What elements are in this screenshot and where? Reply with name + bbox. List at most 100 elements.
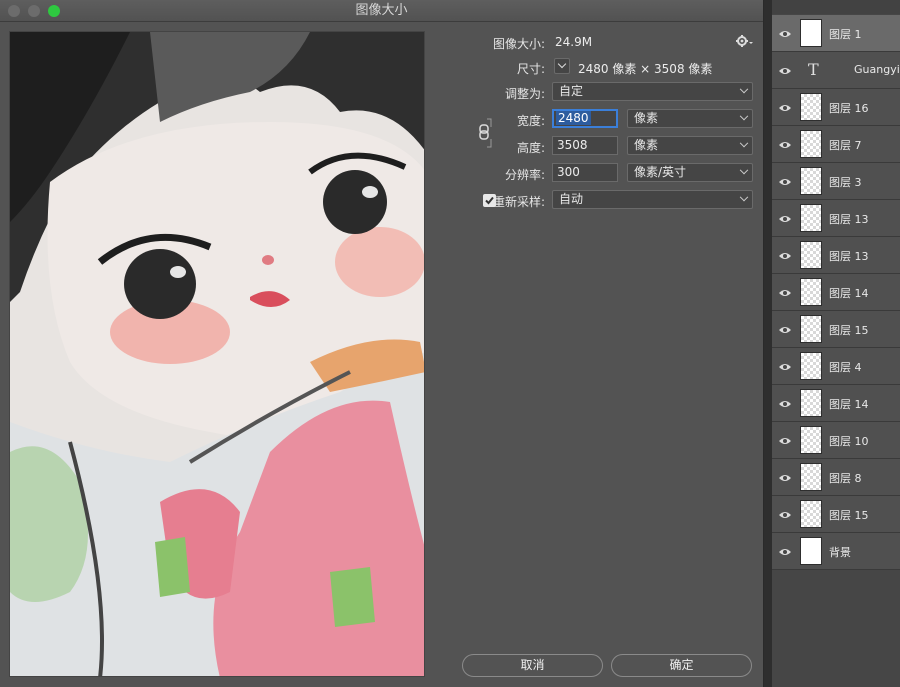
dimensions-value: 2480 像素 × 3508 像素 — [578, 62, 713, 76]
layer-thumbnail — [800, 130, 822, 158]
layer-row[interactable]: 图层 14 — [772, 274, 900, 311]
eye-icon[interactable] — [778, 139, 792, 149]
fit-to-value: 自定 — [559, 84, 584, 98]
eye-icon[interactable] — [778, 287, 792, 297]
dialog-titlebar: 图像大小 — [0, 0, 763, 22]
layer-name: 图层 13 — [829, 250, 869, 263]
resolution-unit: 像素/英寸 — [634, 165, 687, 179]
gear-icon[interactable] — [735, 33, 753, 49]
layer-thumbnail — [800, 389, 822, 417]
layer-row[interactable]: T Guangying — [772, 52, 900, 89]
resample-label: 重新采样: — [492, 195, 545, 209]
eye-icon[interactable] — [778, 102, 792, 112]
layer-name: 图层 16 — [829, 102, 869, 115]
cancel-button[interactable]: 取消 — [462, 654, 603, 677]
layer-row[interactable]: 图层 7 — [772, 126, 900, 163]
eye-icon[interactable] — [778, 213, 792, 223]
resolution-unit-select[interactable]: 像素/英寸 — [627, 163, 753, 182]
layer-thumbnail — [800, 204, 822, 232]
layer-name: 图层 15 — [829, 509, 869, 522]
layer-thumbnail — [800, 500, 822, 528]
eye-icon[interactable] — [778, 28, 792, 38]
layers-panel: 图层 1 T Guangying 图层 16 图层 7 图层 3 图层 13 图层 13 图层 … — [772, 0, 900, 687]
eye-icon[interactable] — [778, 176, 792, 186]
layer-row[interactable]: 图层 13 — [772, 237, 900, 274]
eye-icon[interactable] — [778, 250, 792, 260]
dimensions-label: 尺寸: — [516, 62, 545, 76]
width-value: 2480 — [556, 111, 591, 125]
layer-name: Guangying — [854, 63, 900, 76]
eye-icon[interactable] — [778, 361, 792, 371]
fit-to-select[interactable]: 自定 — [552, 82, 753, 101]
image-size-value: 24.9M — [555, 35, 593, 49]
layer-name: 图层 15 — [829, 324, 869, 337]
layer-row[interactable]: 图层 4 — [772, 348, 900, 385]
resolution-input[interactable]: 300 — [552, 163, 618, 182]
layer-name: 图层 14 — [829, 287, 869, 300]
layer-name: 图层 14 — [829, 398, 869, 411]
layer-name: 图层 10 — [829, 435, 869, 448]
zoom-window-button[interactable] — [48, 5, 60, 17]
layer-row[interactable]: 图层 10 — [772, 422, 900, 459]
text-layer-icon: T — [808, 60, 819, 79]
height-input[interactable]: 3508 — [552, 136, 618, 155]
layer-name: 图层 8 — [829, 472, 862, 485]
preview-illustration — [10, 32, 424, 676]
layer-thumbnail — [800, 315, 822, 343]
chevron-down-icon — [739, 192, 749, 202]
layer-name: 背景 — [829, 546, 851, 559]
image-size-label: 图像大小: — [492, 37, 545, 51]
close-window-button[interactable] — [8, 5, 20, 17]
layer-name: 图层 3 — [829, 176, 862, 189]
layer-row[interactable]: 图层 15 — [772, 311, 900, 348]
layer-name: 图层 4 — [829, 361, 862, 374]
image-preview[interactable] — [9, 31, 425, 677]
layer-name: 图层 7 — [829, 139, 862, 152]
eye-icon[interactable] — [778, 435, 792, 445]
resolution-label: 分辨率: — [504, 168, 545, 182]
layer-thumbnail — [800, 167, 822, 195]
chevron-down-icon — [739, 111, 749, 121]
width-unit: 像素 — [634, 111, 659, 125]
dimensions-toggle[interactable] — [554, 58, 570, 74]
link-icon — [479, 118, 492, 148]
width-unit-select[interactable]: 像素 — [627, 109, 753, 128]
layer-thumbnail — [800, 93, 822, 121]
eye-icon[interactable] — [778, 509, 792, 519]
layer-row[interactable]: 背景 — [772, 533, 900, 570]
layers-toolbar — [772, 0, 900, 14]
dialog-title: 图像大小 — [355, 3, 408, 18]
layer-name: 图层 13 — [829, 213, 869, 226]
eye-icon[interactable] — [778, 472, 792, 482]
layer-row[interactable]: 图层 8 — [772, 459, 900, 496]
layer-thumbnail — [800, 278, 822, 306]
chevron-down-icon — [739, 84, 749, 94]
layer-row[interactable]: 图层 13 — [772, 200, 900, 237]
ok-button[interactable]: 确定 — [611, 654, 752, 677]
width-label: 宽度: — [516, 114, 545, 128]
chevron-down-icon — [557, 59, 567, 69]
minimize-window-button[interactable] — [28, 5, 40, 17]
resolution-value: 300 — [557, 165, 580, 179]
eye-icon[interactable] — [778, 324, 792, 334]
layer-row[interactable]: 图层 1 — [772, 15, 900, 52]
height-unit: 像素 — [634, 138, 659, 152]
chevron-down-icon — [739, 165, 749, 175]
layer-row[interactable]: 图层 16 — [772, 89, 900, 126]
height-unit-select[interactable]: 像素 — [627, 136, 753, 155]
eye-icon[interactable] — [778, 65, 792, 75]
chevron-down-icon — [739, 138, 749, 148]
layer-name: 图层 1 — [829, 28, 862, 41]
layer-thumbnail — [800, 463, 822, 491]
layer-thumbnail — [800, 426, 822, 454]
layer-thumbnail — [800, 352, 822, 380]
layer-row[interactable]: 图层 15 — [772, 496, 900, 533]
layer-row[interactable]: 图层 3 — [772, 163, 900, 200]
constrain-proportions-link[interactable] — [478, 118, 494, 148]
height-label: 高度: — [516, 141, 545, 155]
eye-icon[interactable] — [778, 398, 792, 408]
layer-row[interactable]: 图层 14 — [772, 385, 900, 422]
eye-icon[interactable] — [778, 546, 792, 556]
width-input[interactable]: 2480 — [552, 109, 618, 128]
resample-select[interactable]: 自动 — [552, 190, 753, 209]
